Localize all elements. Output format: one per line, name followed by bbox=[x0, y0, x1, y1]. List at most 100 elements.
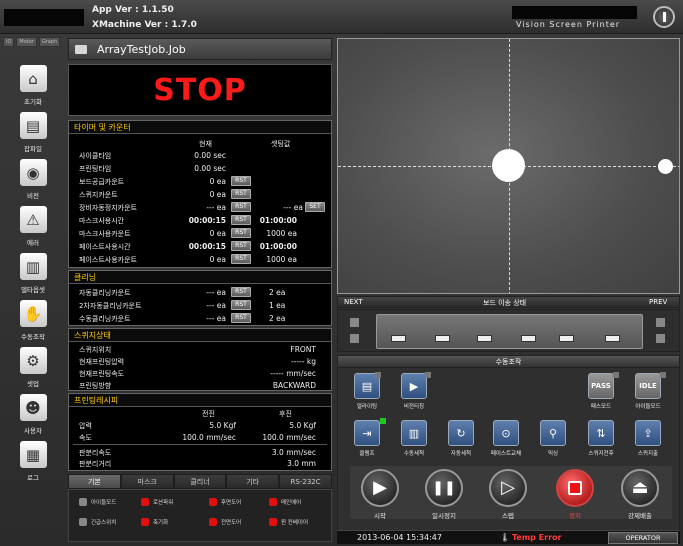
sensor-slot bbox=[521, 335, 536, 342]
nav-item[interactable]: ▦ 로그 bbox=[8, 441, 58, 488]
job-file-bar[interactable]: ArrayTestJob.Job bbox=[68, 38, 332, 60]
io-label: 전면도어 bbox=[221, 520, 242, 526]
nav-item[interactable]: ▤ 잡파일 bbox=[8, 112, 58, 159]
io-label: 긴급스위치 bbox=[91, 520, 117, 526]
timer-counter-panel: 타이머 및 카운터 현재 셋팅값 사이클타임 0.00 sec 프린팅타임 0.00 … bbox=[68, 120, 332, 268]
io-indicator: 아이들모드 bbox=[79, 498, 116, 506]
nav-item[interactable]: ⚙ 셋업 bbox=[8, 347, 58, 394]
rst-button[interactable]: RST bbox=[231, 228, 251, 238]
rst-button[interactable]: RST bbox=[231, 189, 251, 199]
manual-button-label: 믹싱 bbox=[547, 451, 559, 457]
rst-button[interactable]: RST bbox=[231, 215, 251, 225]
sensor-slot bbox=[435, 335, 450, 342]
timer-set-value: 01:00:00 bbox=[259, 216, 297, 225]
logo-placeholder bbox=[4, 9, 84, 26]
nav-item[interactable]: ▥ 델타옵셋 bbox=[8, 253, 58, 300]
io-led bbox=[79, 498, 87, 506]
action-label: 강제배출 bbox=[628, 512, 652, 520]
next-indicator-1 bbox=[350, 318, 359, 327]
play-button[interactable]: ▶ 시작 bbox=[358, 469, 402, 520]
play-glyph: ▶ bbox=[373, 477, 387, 498]
nav-item-label: 초기화 bbox=[24, 98, 42, 106]
rst-button[interactable]: RST bbox=[231, 300, 251, 310]
camera-view[interactable] bbox=[337, 38, 680, 294]
mixing-button[interactable]: ⚲ 믹싱 bbox=[535, 420, 571, 457]
cleaning-row-label: 자동클리닝카운트 bbox=[79, 289, 131, 297]
step-button[interactable]: ▷ 스텝 bbox=[486, 469, 530, 520]
timer-current-value: 0 ea bbox=[209, 255, 226, 264]
nav-item[interactable]: ⌂ 초기화 bbox=[8, 65, 58, 112]
manual-clean-button[interactable]: ▥ 수동세척 bbox=[396, 420, 432, 457]
nav-item[interactable]: ✋ 수동조작 bbox=[8, 300, 58, 347]
io-led bbox=[141, 518, 149, 526]
squeegee-out-button[interactable]: ⇪ 스퀴지출 bbox=[630, 420, 666, 457]
squeegee-value: ----- kg bbox=[290, 357, 316, 366]
manual-button-label: 자동세척 bbox=[450, 451, 472, 457]
manual-button-label: 비전티칭 bbox=[403, 404, 425, 410]
status-indicator bbox=[375, 372, 381, 378]
recipe-value: 3.0 mm bbox=[287, 459, 316, 468]
stop-button[interactable]: 정지 bbox=[553, 469, 597, 520]
rst-button[interactable]: RST bbox=[231, 241, 251, 251]
timer-row-label: 마스크사용시간 bbox=[79, 217, 125, 225]
squeegee-row-label: 현재프린팅압력 bbox=[79, 358, 125, 366]
nav-item[interactable]: ◉ 비전 bbox=[8, 159, 58, 206]
io-label: 축기화 bbox=[153, 520, 169, 526]
camera-icon: ◉ bbox=[19, 159, 47, 186]
rst-button[interactable]: RST bbox=[231, 202, 251, 212]
set-button[interactable]: SET bbox=[305, 202, 325, 212]
action-label: 스텝 bbox=[502, 512, 514, 520]
cleaning-current-value: --- ea bbox=[206, 301, 226, 310]
tab-1[interactable]: 마스크 bbox=[120, 474, 174, 489]
auto-clean-button[interactable]: ↻ 자동세척 bbox=[443, 420, 479, 457]
eject-button[interactable]: ⏏ 강제배출 bbox=[618, 469, 662, 520]
recipe-back-value: 5.0 Kgf bbox=[289, 421, 316, 430]
timer-row-label: 페이스트사용시간 bbox=[79, 243, 131, 251]
auto-clean-icon: ↻ bbox=[448, 420, 474, 446]
tab-0[interactable]: 기본 bbox=[68, 474, 121, 489]
temp-error: Temp Error bbox=[512, 533, 562, 542]
pass-mode-button[interactable]: PASS 패스모드 bbox=[583, 373, 619, 410]
rst-button[interactable]: RST bbox=[231, 176, 251, 186]
nav-item[interactable]: ☻ 사용자 bbox=[8, 394, 58, 441]
pause-button[interactable]: ❚❚ 일시정지 bbox=[422, 469, 466, 520]
power-button[interactable] bbox=[653, 6, 675, 28]
manual-button-label: 아이들모드 bbox=[635, 404, 661, 410]
rst-button[interactable]: RST bbox=[231, 287, 251, 297]
rst-button[interactable]: RST bbox=[231, 254, 251, 264]
timer-row-label: 마스크사용카운트 bbox=[79, 230, 131, 238]
tab-io[interactable]: IO bbox=[3, 37, 15, 47]
io-led bbox=[79, 518, 87, 526]
tab-3[interactable]: 기타 bbox=[226, 474, 280, 489]
idle-mode-button[interactable]: IDLE 아이들모드 bbox=[630, 373, 666, 410]
mixing-icon: ⚲ bbox=[540, 420, 566, 446]
tab-4[interactable]: RS-232C bbox=[279, 474, 332, 489]
timer-row-label: 보드공급카운트 bbox=[79, 178, 125, 186]
sensor-slot bbox=[391, 335, 406, 342]
tab-motor[interactable]: Motor bbox=[16, 37, 37, 47]
tab-2[interactable]: 클리너 bbox=[173, 474, 227, 489]
cleaning-row-label: 2차자동클리닝카운트 bbox=[79, 302, 142, 310]
timer-row-label: 스퀴지카운트 bbox=[79, 191, 118, 199]
rst-button[interactable]: RST bbox=[231, 313, 251, 323]
clamp-button[interactable]: ⇥ 클램프 bbox=[349, 420, 385, 457]
prev-indicator-1 bbox=[656, 318, 665, 327]
nav-item[interactable]: ⚠ 에러 bbox=[8, 206, 58, 253]
status-indicator bbox=[660, 372, 666, 378]
timer-current-value: 0.00 sec bbox=[194, 151, 226, 160]
timer-current-value: 00:00:15 bbox=[188, 242, 226, 251]
squeegee-out-icon: ⇪ bbox=[635, 420, 661, 446]
prev-label: PREV bbox=[649, 298, 668, 306]
camera-teach-button[interactable]: ▶ 비전티칭 bbox=[396, 373, 432, 410]
timer-set-value: 01:00:00 bbox=[259, 242, 297, 251]
paste-change-button[interactable]: ⊙ 페이스트교체 bbox=[488, 420, 524, 457]
io-indicator: 로션파워 bbox=[141, 498, 173, 506]
squeegee-move-button[interactable]: ⇅ 스퀴지전후 bbox=[583, 420, 619, 457]
io-indicator: 메인에어 bbox=[269, 498, 301, 506]
align-button[interactable]: ▤ 얼라이팅 bbox=[349, 373, 385, 410]
io-indicator: 후면도어 bbox=[209, 498, 241, 506]
ruler-icon: ▥ bbox=[19, 253, 47, 280]
tab-graph[interactable]: Graph bbox=[38, 37, 61, 47]
io-label: 윈 컨베이어 bbox=[281, 520, 309, 526]
operator-button[interactable]: OPERATOR bbox=[608, 532, 678, 544]
